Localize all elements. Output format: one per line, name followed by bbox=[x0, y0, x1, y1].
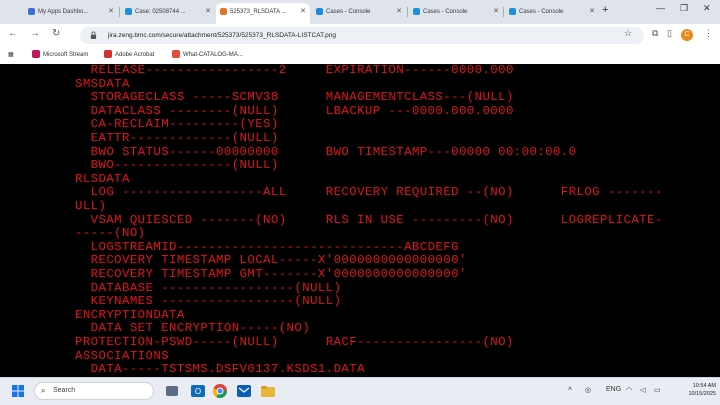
tab-label: Case: 02508744 ... bbox=[135, 9, 186, 15]
svg-text:O: O bbox=[195, 387, 201, 396]
terminal-line: RLSDATA bbox=[75, 171, 130, 186]
outlook-mail-icon[interactable] bbox=[236, 383, 252, 399]
wifi-icon[interactable]: ◠ bbox=[626, 386, 632, 394]
bookmarks-bar: ▦ Microsoft Stream Adobe Acrobat What-CA… bbox=[0, 47, 720, 65]
tab-divider bbox=[119, 7, 120, 17]
chrome-icon[interactable] bbox=[212, 383, 228, 399]
terminal-line: EATTR-------------(NULL) bbox=[75, 131, 279, 145]
jira-favicon-icon bbox=[220, 8, 227, 15]
windows-start-icon[interactable] bbox=[12, 385, 24, 397]
cloud-favicon-icon bbox=[316, 8, 323, 15]
battery-icon[interactable]: ▭ bbox=[654, 386, 661, 394]
listcat-screenshot-image: RELEASE-----------------2 EXPIRATION----… bbox=[0, 64, 720, 377]
profile-avatar[interactable]: C bbox=[681, 29, 693, 41]
extensions-icon[interactable]: ⧉ bbox=[652, 28, 658, 39]
close-tab-icon[interactable]: ✕ bbox=[108, 3, 114, 21]
terminal-line: BWO STATUS------00000000 BWO TIMESTAMP--… bbox=[75, 144, 577, 159]
site-info-icon[interactable] bbox=[90, 31, 97, 39]
close-tab-icon[interactable]: ✕ bbox=[493, 3, 499, 21]
acrobat-icon bbox=[104, 50, 112, 59]
terminal-line: VSAM QUIESCED -------(NO) RLS IN USE ---… bbox=[75, 212, 663, 227]
file-explorer-icon[interactable] bbox=[260, 383, 276, 399]
tab-divider bbox=[503, 7, 504, 17]
stream-icon bbox=[32, 50, 40, 59]
terminal-line: SMSDATA bbox=[75, 76, 130, 91]
show-hidden-icons[interactable]: ˄ bbox=[568, 386, 572, 393]
forward-icon[interactable]: → bbox=[30, 28, 40, 39]
back-icon[interactable]: ← bbox=[8, 28, 18, 39]
cloud-favicon-icon bbox=[413, 8, 420, 15]
terminal-line: STORAGECLASS -----SCMV38 MANAGEMENTCLASS… bbox=[75, 90, 514, 105]
cloud-favicon-icon bbox=[509, 8, 516, 15]
bookmark-microsoft-stream[interactable]: Microsoft Stream bbox=[32, 47, 88, 64]
apps-grid-icon[interactable]: ▦ bbox=[8, 47, 14, 64]
reload-icon[interactable]: ↻ bbox=[52, 28, 60, 39]
terminal-line: ASSOCIATIONS bbox=[75, 348, 170, 363]
bookmark-adobe-acrobat[interactable]: Adobe Acrobat bbox=[104, 47, 154, 64]
language-indicator[interactable]: ENG bbox=[606, 386, 621, 393]
terminal-line: RECOVERY TIMESTAMP GMT-------X'000000000… bbox=[75, 267, 467, 281]
menu-icon[interactable]: ⋮ bbox=[704, 28, 713, 39]
taskbar-clock[interactable]: 10:54 AM 10/15/2025 bbox=[676, 382, 716, 398]
search-label: Search bbox=[53, 387, 76, 394]
split-view-icon[interactable]: ▯ bbox=[667, 28, 672, 39]
tab-label: 525373_RLSDATA ... bbox=[230, 9, 287, 15]
tab-label: Cases - Console bbox=[519, 9, 564, 15]
search-icon: ⌕ bbox=[41, 386, 46, 395]
terminal-line: -----(NO) bbox=[75, 226, 146, 241]
terminal-line: DATABASE -----------------(NULL) bbox=[75, 280, 342, 295]
browser-tab-strip: My Apps Dashbo... ✕ Case: 02508744 ... ✕… bbox=[0, 0, 720, 24]
browser-tab[interactable]: Cases - Console ✕ bbox=[505, 3, 599, 21]
restore-icon[interactable]: ❐ bbox=[680, 3, 688, 14]
windows-taskbar: ⌕ Search O ˄ ◎ ENG ◠ ◁ ▭ 10:54 AM 10/15/… bbox=[0, 377, 720, 405]
cloud-favicon-icon bbox=[125, 8, 132, 15]
browser-tab[interactable]: Cases - Console ✕ bbox=[312, 3, 406, 21]
close-window-icon[interactable]: ✕ bbox=[703, 3, 711, 14]
terminal-line: PROTECTION-PSWD-----(NULL) RACF---------… bbox=[75, 335, 514, 349]
terminal-line: RELEASE-----------------2 EXPIRATION----… bbox=[75, 64, 514, 77]
clock-date: 10/15/2025 bbox=[688, 391, 716, 397]
terminal-line: BWO---------------(NULL) bbox=[75, 158, 279, 173]
app-favicon-icon bbox=[28, 8, 35, 15]
bookmark-catalog[interactable]: What-CATALOG-MA... bbox=[172, 47, 243, 64]
minimize-icon[interactable]: — bbox=[656, 3, 665, 13]
address-toolbar: ← → ↻ jira.zeng.bmc.com/secure/attachmen… bbox=[0, 24, 720, 47]
tab-label: Cases - Console bbox=[326, 9, 371, 15]
terminal-line: LOGSTREAMID-----------------------------… bbox=[75, 239, 459, 254]
clock-time: 10:54 AM bbox=[692, 383, 716, 389]
browser-tab-active[interactable]: 525373_RLSDATA ... ✕ bbox=[216, 3, 310, 24]
focus-icon[interactable]: ◎ bbox=[585, 386, 591, 394]
tab-divider bbox=[407, 7, 408, 17]
task-view-icon[interactable] bbox=[164, 383, 180, 399]
terminal-line: CA-RECLAIM---------(YES) bbox=[75, 117, 279, 132]
terminal-line: ULL) bbox=[75, 199, 107, 213]
new-tab-icon[interactable]: + bbox=[602, 4, 608, 16]
address-bar[interactable]: jira.zeng.bmc.com/secure/attachment/5253… bbox=[80, 27, 644, 44]
terminal-line: KEYNAMES -----------------(NULL) bbox=[75, 294, 342, 309]
browser-tab[interactable]: Cases - Console ✕ bbox=[409, 3, 503, 21]
tab-label: Cases - Console bbox=[423, 9, 468, 15]
terminal-line: DATA-----TSTSMS.DSFV0137.KSDS1.DATA bbox=[75, 362, 365, 377]
close-tab-icon[interactable]: ✕ bbox=[300, 3, 306, 21]
url-text[interactable]: jira.zeng.bmc.com/secure/attachment/5253… bbox=[108, 27, 336, 44]
bookmark-star-icon[interactable]: ☆ bbox=[624, 28, 632, 39]
terminal-line: RECOVERY TIMESTAMP LOCAL-----X'000000000… bbox=[75, 253, 467, 268]
terminal-line: DATACLASS --------(NULL) LBACKUP ---0000… bbox=[75, 103, 514, 118]
terminal-line: ENCRYPTIONDATA bbox=[75, 307, 185, 322]
browser-tab[interactable]: My Apps Dashbo... ✕ bbox=[24, 3, 118, 21]
terminal-line: DATA SET ENCRYPTION-----(NO) bbox=[75, 321, 311, 336]
volume-icon[interactable]: ◁ bbox=[640, 386, 645, 394]
browser-tab[interactable]: Case: 02508744 ... ✕ bbox=[121, 3, 215, 21]
outlook-icon[interactable]: O bbox=[190, 383, 206, 399]
close-tab-icon[interactable]: ✕ bbox=[205, 3, 211, 21]
taskbar-search[interactable]: ⌕ Search bbox=[34, 382, 154, 400]
close-tab-icon[interactable]: ✕ bbox=[589, 3, 595, 21]
tab-label: My Apps Dashbo... bbox=[38, 9, 89, 15]
terminal-line: LOG ------------------ALL RECOVERY REQUI… bbox=[75, 185, 663, 200]
close-tab-icon[interactable]: ✕ bbox=[396, 3, 402, 21]
doc-icon bbox=[172, 50, 180, 59]
